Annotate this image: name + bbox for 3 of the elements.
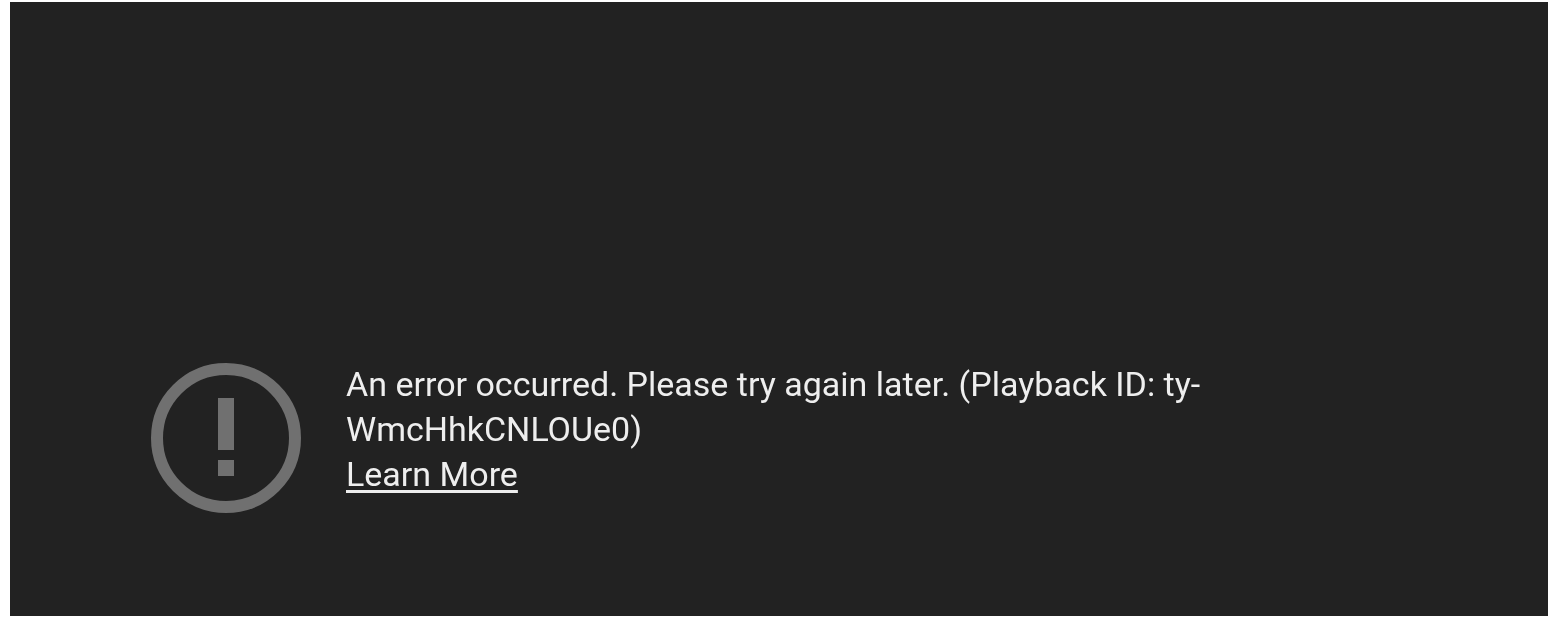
error-message: An error occurred. Please try again later. (Playback ID: ty-WmcHhkCNLOUe0) (346, 363, 1202, 451)
warning-icon (150, 362, 302, 514)
learn-more-link[interactable]: Learn More (346, 452, 518, 497)
